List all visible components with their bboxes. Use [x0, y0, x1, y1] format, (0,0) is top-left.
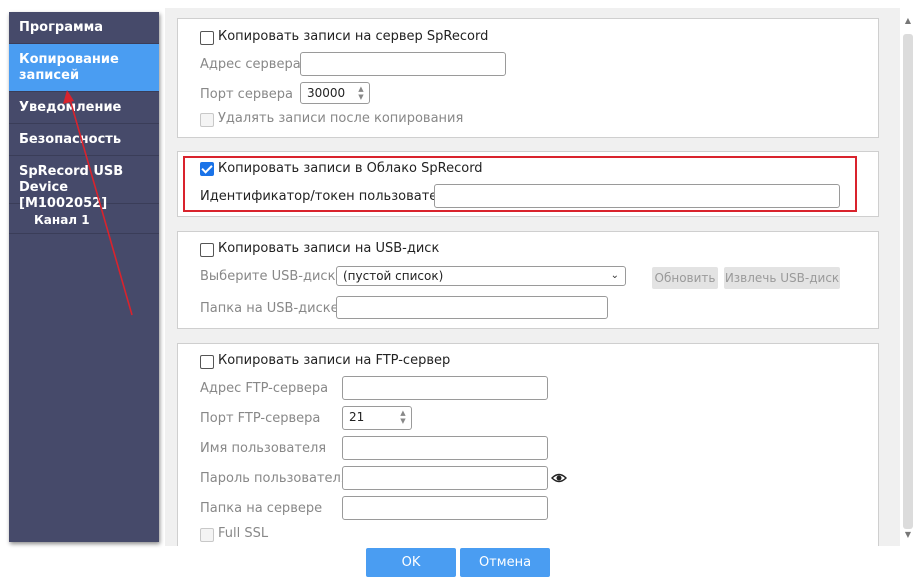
usb-folder-input[interactable] — [336, 296, 608, 319]
server-port-label: Порт сервера — [200, 87, 293, 102]
scroll-down-icon[interactable]: ▼ — [903, 530, 913, 539]
cancel-button[interactable]: Отмена — [460, 548, 550, 577]
server-address-label: Адрес сервера — [200, 57, 301, 72]
sidebar-item-label: Безопасность — [19, 132, 122, 147]
cloud-copy-label: Копировать записи в Облако SpRecord — [218, 161, 483, 176]
full-ssl-label: Full SSL — [218, 526, 269, 541]
server-port-value: 30000 — [307, 86, 346, 100]
ftp-password-input[interactable] — [342, 466, 548, 490]
sidebar-item-security[interactable]: Безопасность — [9, 124, 159, 156]
sidebar-item-channel-1[interactable]: Канал 1 — [9, 204, 159, 234]
ftp-port-value: 21 — [349, 410, 365, 424]
ftp-password-label: Пароль пользователя — [200, 471, 349, 486]
ftp-copy-checkbox[interactable] — [200, 355, 214, 369]
server-port-stepper[interactable]: 30000 ▲ ▼ — [300, 82, 370, 104]
ok-button[interactable]: OK — [366, 548, 456, 577]
sidebar-item-label: Программа — [19, 20, 104, 35]
server-address-input[interactable] — [300, 52, 506, 76]
ftp-port-label: Порт FTP-сервера — [200, 411, 321, 426]
spinner-arrows-icon[interactable]: ▲ ▼ — [397, 409, 409, 425]
full-ssl-checkbox[interactable] — [200, 528, 214, 542]
usb-copy-checkbox[interactable] — [200, 243, 214, 257]
settings-panel: Копировать записи на сервер SpRecord Адр… — [165, 8, 900, 546]
sidebar-item-label: Уведомление — [19, 100, 122, 115]
ftp-copy-group: Копировать записи на FTP-сервер Адрес FT… — [177, 343, 879, 546]
usb-copy-label: Копировать записи на USB-диск — [218, 241, 440, 256]
token-label: Идентификатор/токен пользователя — [200, 189, 454, 204]
scroll-thumb[interactable] — [903, 34, 913, 529]
server-copy-label: Копировать записи на сервер SpRecord — [218, 29, 489, 44]
ftp-user-input[interactable] — [342, 436, 548, 460]
usb-select-label: Выберите USB-диск: — [200, 269, 340, 284]
ftp-folder-input[interactable] — [342, 496, 548, 520]
delete-after-copy-label: Удалять записи после копирования — [218, 111, 464, 126]
usb-folder-label: Папка на USB-диске: — [200, 301, 343, 316]
ftp-address-input[interactable] — [342, 376, 548, 400]
spinner-arrows-icon[interactable]: ▲ ▼ — [355, 85, 367, 101]
sidebar-item-label: Канал 1 — [34, 213, 90, 227]
sidebar-item-label: Копирование записей — [19, 52, 119, 83]
ftp-port-stepper[interactable]: 21 ▲ ▼ — [342, 406, 412, 430]
cloud-copy-checkbox[interactable] — [200, 162, 214, 176]
eye-icon[interactable] — [551, 472, 567, 484]
delete-after-copy-checkbox[interactable] — [200, 113, 214, 127]
sidebar: Программа Копирование записей Уведомлени… — [9, 12, 159, 542]
ftp-user-label: Имя пользователя — [200, 441, 327, 456]
ftp-address-label: Адрес FTP-сервера — [200, 381, 329, 396]
usb-disk-select-value: (пустой список) — [343, 269, 444, 283]
chevron-down-icon: ⌄ — [610, 270, 619, 281]
usb-copy-group: Копировать записи на USB-диск Выберите U… — [177, 231, 879, 329]
cloud-copy-group: Копировать записи в Облако SpRecord Иден… — [177, 151, 879, 217]
token-input[interactable] — [434, 184, 840, 208]
sidebar-item-usb-device[interactable]: SpRecord USB Device [M1002052] — [9, 156, 159, 211]
ftp-copy-label: Копировать записи на FTP-сервер — [218, 353, 451, 368]
scroll-up-icon[interactable]: ▲ — [903, 16, 913, 25]
server-copy-group: Копировать записи на сервер SpRecord Адр… — [177, 18, 879, 138]
sidebar-item-notification[interactable]: Уведомление — [9, 92, 159, 124]
scrollbar[interactable]: ▲ ▼ — [901, 14, 915, 544]
refresh-button[interactable]: Обновить — [652, 267, 718, 289]
server-copy-checkbox[interactable] — [200, 31, 214, 45]
usb-disk-select[interactable]: (пустой список) ⌄ — [336, 266, 626, 286]
ftp-folder-label: Папка на сервере — [200, 501, 323, 516]
sidebar-item-copy-records[interactable]: Копирование записей — [9, 44, 159, 92]
sidebar-item-program[interactable]: Программа — [9, 12, 159, 44]
eject-usb-button[interactable]: Извлечь USB-диск — [724, 267, 840, 289]
